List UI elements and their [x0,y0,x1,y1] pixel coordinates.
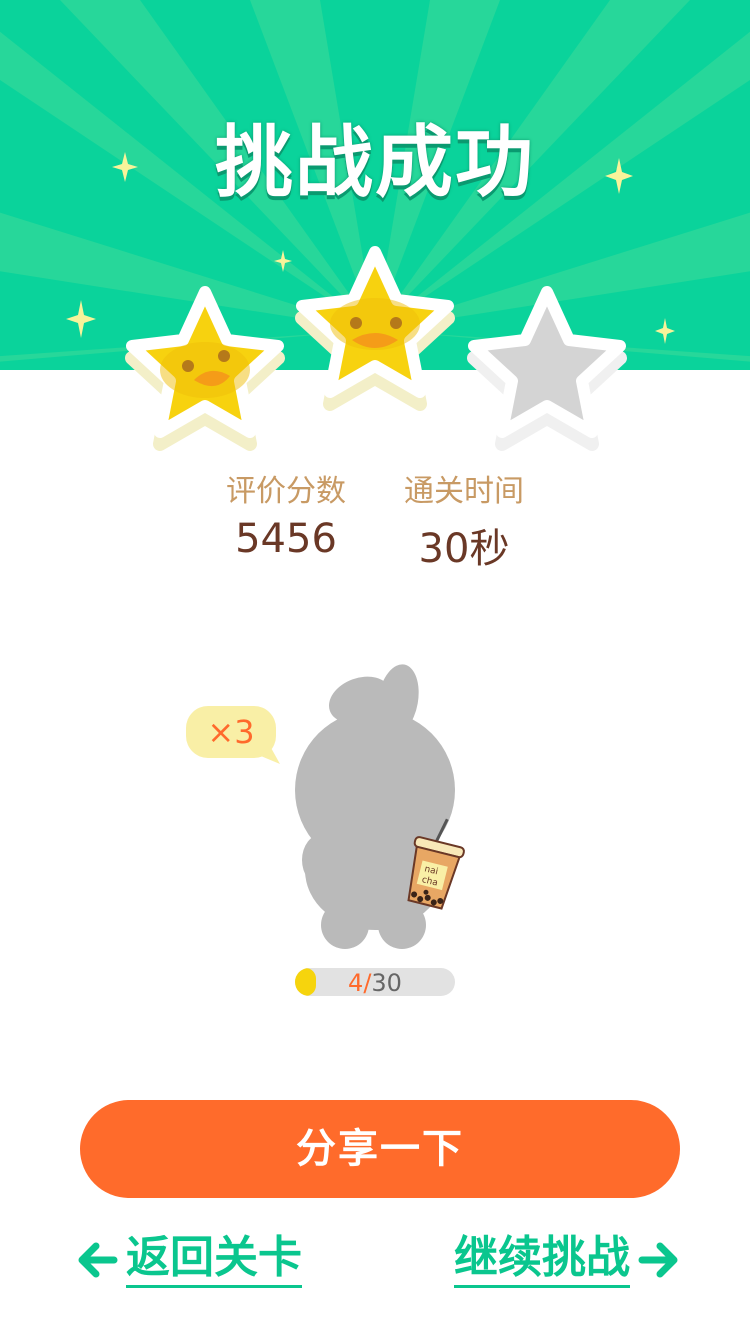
time-label: 通关时间 [404,474,524,509]
arrow-left-icon [78,1242,118,1278]
sparkle-icon [66,300,96,338]
score-value: 5456 [235,516,337,562]
score-stat: 评价分数 5456 [196,466,376,562]
character-silhouette: nai cha [290,660,480,964]
sparkle-icon [605,158,633,194]
back-to-levels-label: 返回关卡 [126,1232,302,1288]
rating-star-1 [120,280,290,464]
back-to-levels-link[interactable]: 返回关卡 [78,1230,302,1290]
continue-challenge-label: 继续挑战 [454,1232,630,1288]
time-stat: 通关时间 30秒 [374,466,554,574]
score-label: 评价分数 [226,474,346,509]
progress-total: 30 [371,969,402,996]
share-button[interactable]: 分享一下 [80,1100,680,1198]
progress-text: 4/30 [295,968,455,996]
arrow-right-icon [638,1242,678,1278]
rating-star-2 [290,240,460,424]
progress-current: 4/ [348,969,372,996]
rating-star-3-empty [462,280,632,464]
sparkle-icon [112,152,138,182]
sparkle-icon [655,318,675,344]
continue-challenge-link[interactable]: 继续挑战 [454,1230,678,1290]
multiplier-text: ×3 [207,713,255,751]
collection-progress-bar: 4/30 [295,968,455,996]
time-value: 30秒 [418,526,510,572]
